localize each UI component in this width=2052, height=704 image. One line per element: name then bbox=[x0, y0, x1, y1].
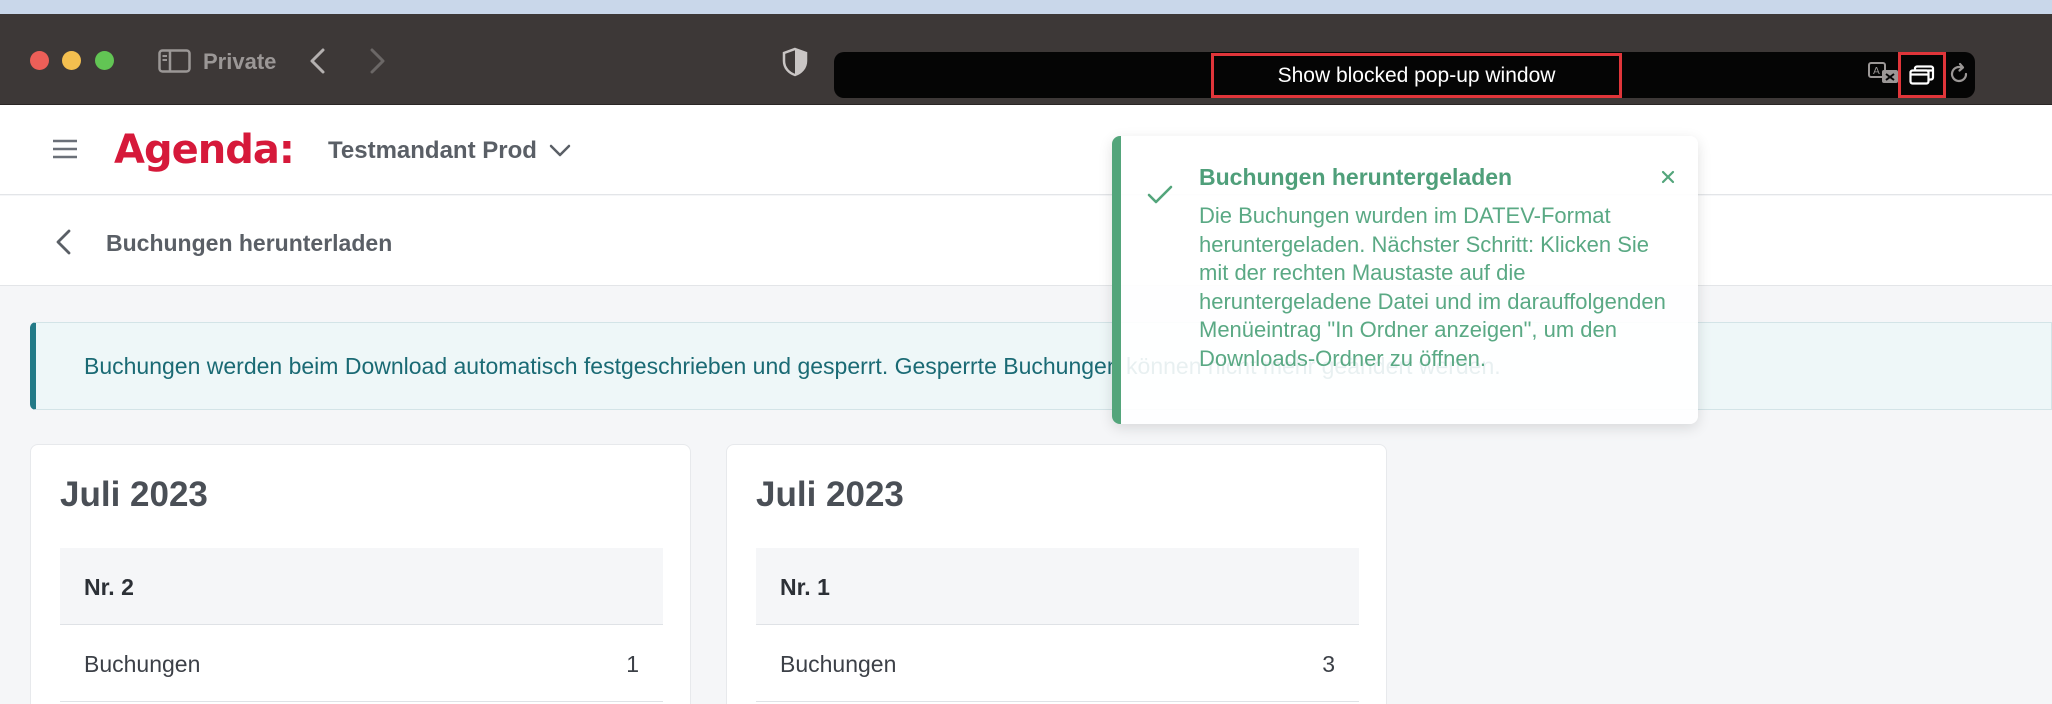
page-title: Buchungen herunterladen bbox=[106, 230, 393, 256]
card-number-row: Nr. 2 bbox=[60, 548, 663, 625]
back-arrow-icon[interactable] bbox=[54, 228, 74, 256]
toast-message: Die Buchungen wurden im DATEV-Format her… bbox=[1199, 203, 1666, 371]
bookings-label: Buchungen bbox=[780, 651, 897, 677]
popup-window-button[interactable] bbox=[1898, 52, 1946, 98]
bookings-count: 1 bbox=[626, 651, 639, 677]
bookings-count: 3 bbox=[1322, 651, 1335, 677]
card-number: Nr. 1 bbox=[780, 574, 830, 600]
sidebar-icon[interactable] bbox=[158, 49, 191, 73]
export-card[interactable]: Juli 2023 Nr. 2 Buchungen 1 bbox=[30, 444, 691, 704]
export-card[interactable]: Juli 2023 Nr. 1 Buchungen 3 bbox=[726, 444, 1387, 704]
app-header: Agenda: Testmandant Prod bbox=[0, 105, 2052, 195]
card-bookings-row: Buchungen 3 bbox=[756, 625, 1359, 702]
zoom-window-button[interactable] bbox=[95, 51, 114, 70]
close-window-button[interactable] bbox=[30, 51, 49, 70]
svg-text:A: A bbox=[1873, 66, 1880, 77]
card-month-title: Juli 2023 bbox=[756, 475, 904, 514]
card-month-title: Juli 2023 bbox=[60, 475, 208, 514]
popup-window-icon bbox=[1909, 65, 1935, 85]
page-header: Buchungen herunterladen bbox=[0, 196, 2052, 286]
desktop-strip bbox=[0, 0, 2052, 14]
check-icon bbox=[1147, 185, 1173, 204]
agenda-logo[interactable]: Agenda: bbox=[114, 127, 295, 173]
back-icon[interactable] bbox=[305, 47, 331, 75]
blocked-popup-notice[interactable]: Show blocked pop-up window bbox=[1211, 53, 1622, 98]
tenant-name: Testmandant Prod bbox=[328, 137, 537, 164]
minimize-window-button[interactable] bbox=[62, 51, 81, 70]
forward-icon[interactable] bbox=[364, 47, 390, 75]
card-number: Nr. 2 bbox=[84, 574, 134, 600]
info-banner: Buchungen werden beim Download automatis… bbox=[30, 322, 2052, 410]
browser-toolbar: Private Show blocked pop-up window A bbox=[0, 14, 2052, 105]
translate-icon[interactable]: A bbox=[1868, 61, 1900, 85]
private-mode-label: Private bbox=[203, 49, 277, 74]
card-bookings-row: Buchungen 1 bbox=[60, 625, 663, 702]
success-toast: Buchungen heruntergeladen Die Buchungen … bbox=[1112, 136, 1698, 424]
shield-icon[interactable] bbox=[782, 47, 808, 77]
toast-title: Buchungen heruntergeladen bbox=[1199, 164, 1513, 190]
menu-icon[interactable] bbox=[52, 139, 78, 159]
card-number-row: Nr. 1 bbox=[756, 548, 1359, 625]
bookings-label: Buchungen bbox=[84, 651, 201, 677]
chevron-down-icon bbox=[549, 144, 571, 157]
tenant-selector[interactable]: Testmandant Prod bbox=[328, 137, 571, 165]
close-icon[interactable] bbox=[1661, 170, 1675, 184]
reload-icon[interactable] bbox=[1947, 62, 1971, 86]
